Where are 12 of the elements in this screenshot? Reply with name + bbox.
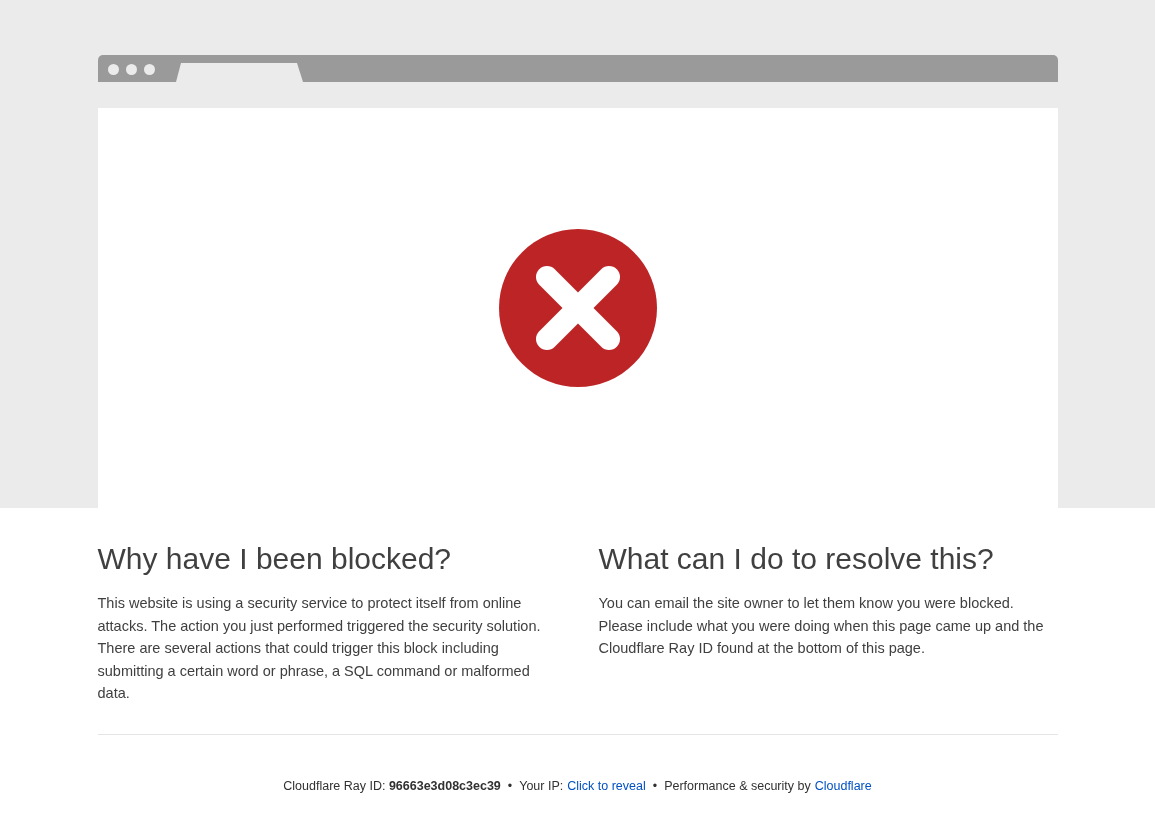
separator-text: • [652,778,658,795]
section-heading: Why have I been blocked? [97,541,453,577]
separator-text: • [507,778,513,795]
reveal-ip-link[interactable]: Click to reveal [567,777,646,796]
ray-id-text: Cloudflare Ray ID: 96663e3d08c3ec39 [283,778,501,795]
ip-label: Your IP: [519,778,564,795]
cloudflare-link[interactable]: Cloudflare [814,777,872,796]
section-heading: What can I do to resolve this? [598,541,995,577]
section-text: You can email the site owner to let them know you were blocked. Please include what you were doing when this page came up and the Cloudflare Ray ID found at the bottom of this page. [598,594,1045,658]
error-icon [498,229,657,387]
section-text: This website is using a security service to protect itself from online attacks. The action you just performed triggered the security solution. There are several actions that could trigger this block including submitting a certain word or phrase, a SQL command or malformed data. [97,594,542,703]
credit-text: Performance & security by [664,778,811,795]
